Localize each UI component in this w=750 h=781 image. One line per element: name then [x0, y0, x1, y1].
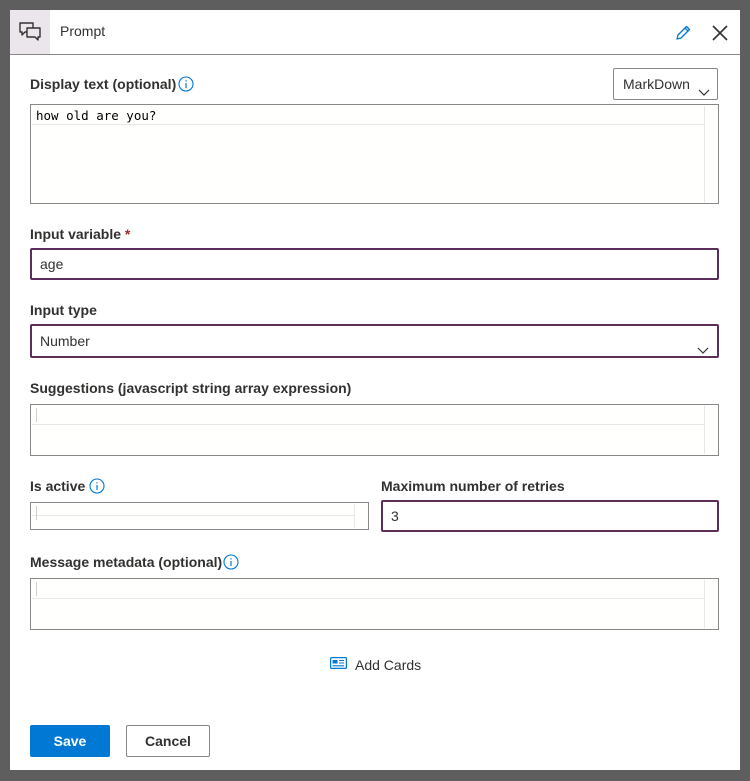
info-icon[interactable]	[89, 478, 105, 494]
message-metadata-label: Message metadata (optional)	[30, 554, 223, 570]
format-dropdown-value: MarkDown	[623, 76, 690, 92]
save-button[interactable]: Save	[30, 725, 110, 757]
add-cards-button[interactable]: Add Cards	[330, 656, 421, 673]
display-text-label: Display text (optional)	[30, 76, 177, 92]
info-icon[interactable]	[178, 76, 194, 92]
editor-line-divider	[32, 124, 704, 125]
is-active-editor[interactable]	[30, 502, 369, 530]
card-icon	[330, 656, 348, 673]
input-variable-label: Input variable *	[30, 226, 130, 242]
display-text-value: how old are you?	[36, 108, 157, 123]
pencil-icon[interactable]	[672, 22, 694, 44]
editor-line-divider	[32, 598, 704, 599]
editor-line-divider	[32, 515, 354, 516]
is-active-label: Is active	[30, 478, 86, 494]
required-mark: *	[124, 226, 131, 242]
chat-bubbles-icon	[10, 10, 50, 54]
max-retries-field[interactable]: 3	[381, 500, 719, 532]
editor-line-divider	[32, 424, 704, 425]
dialog-header: Prompt	[10, 10, 740, 55]
input-variable-field[interactable]: age	[30, 248, 719, 280]
cancel-button[interactable]: Cancel	[126, 725, 210, 757]
add-cards-label: Add Cards	[355, 656, 422, 673]
input-type-label: Input type	[30, 302, 97, 318]
chevron-down-icon	[697, 336, 709, 366]
info-icon[interactable]	[223, 554, 239, 570]
dialog-title: Prompt	[60, 23, 106, 39]
message-metadata-editor[interactable]	[30, 578, 719, 630]
input-type-dropdown[interactable]: Number	[30, 324, 719, 358]
input-type-value: Number	[40, 333, 90, 349]
editor-scrollbar[interactable]	[704, 106, 717, 202]
max-retries-label: Maximum number of retries	[381, 478, 565, 494]
prompt-dialog: Prompt Display text (optional) MarkDown	[10, 10, 740, 770]
format-dropdown[interactable]: MarkDown	[613, 68, 718, 100]
editor-scrollbar[interactable]	[704, 406, 717, 454]
suggestions-editor[interactable]	[30, 404, 719, 456]
input-variable-label-text: Input variable	[30, 226, 122, 242]
close-icon[interactable]	[708, 21, 732, 45]
editor-scrollbar[interactable]	[704, 580, 717, 628]
editor-cursor	[36, 408, 37, 422]
display-text-editor[interactable]: how old are you?	[30, 104, 719, 204]
editor-cursor	[36, 506, 37, 520]
editor-scrollbar[interactable]	[354, 504, 367, 528]
suggestions-label: Suggestions (javascript string array exp…	[30, 380, 352, 396]
editor-cursor	[36, 582, 37, 596]
